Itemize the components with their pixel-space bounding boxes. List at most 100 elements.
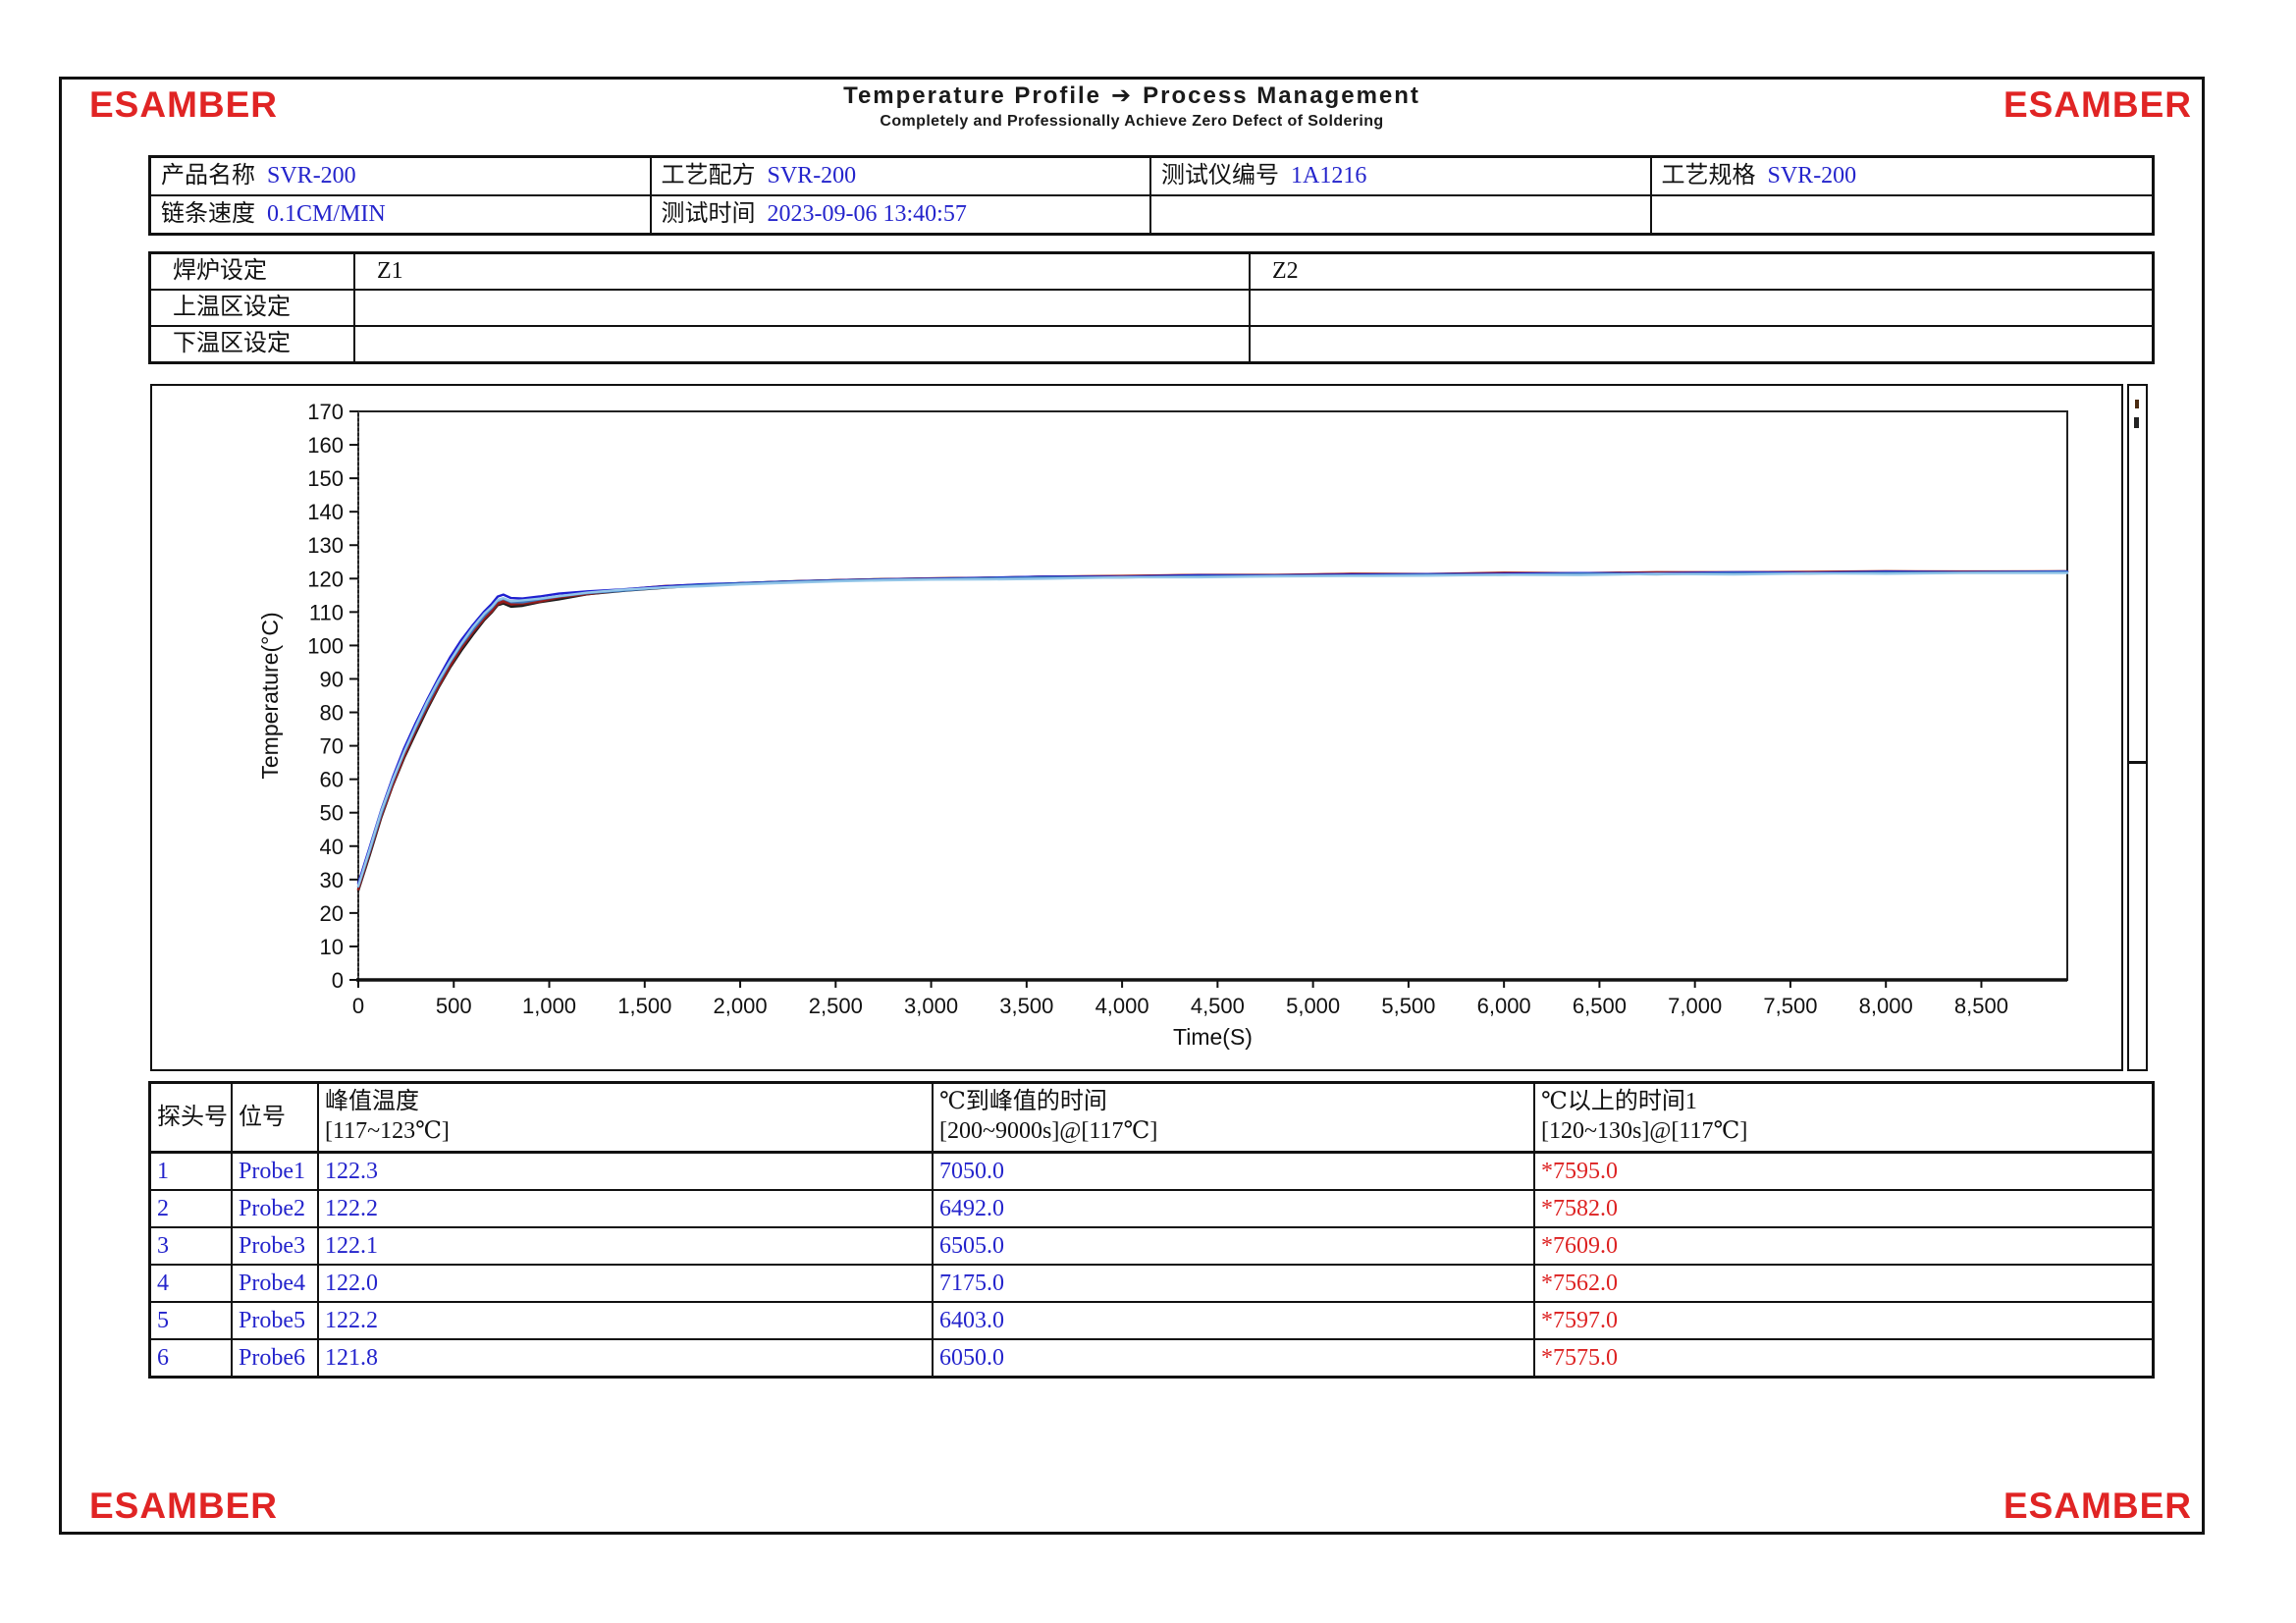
probe-peak: 122.2 (319, 1191, 934, 1226)
oven-label-upper: 上温区设定 (151, 291, 355, 325)
value-process-spec: SVR-200 (1768, 163, 1857, 189)
probe-peak: 122.0 (319, 1266, 934, 1301)
probe-no: 2 (151, 1191, 233, 1226)
svg-text:Temperature(°C): Temperature(°C) (257, 612, 283, 779)
svg-text:60: 60 (320, 768, 344, 792)
probe-tag: Probe6 (233, 1340, 319, 1376)
svg-text:0: 0 (352, 994, 364, 1018)
product-info-table: 产品名称 SVR-200 工艺配方SVR-200 测试仪编号1A1216 工艺规格… (148, 155, 2155, 236)
svg-text:140: 140 (307, 500, 344, 524)
value-test-time: 2023-09-06 13:40:57 (768, 201, 967, 227)
header-time-to-peak-line1: ℃到峰值的时间 (939, 1087, 1533, 1116)
probe-no: 6 (151, 1340, 233, 1376)
svg-text:500: 500 (436, 994, 472, 1018)
svg-text:4,500: 4,500 (1191, 994, 1245, 1018)
svg-text:8,000: 8,000 (1859, 994, 1913, 1018)
svg-text:7,500: 7,500 (1763, 994, 1817, 1018)
oven-label-lower: 下温区设定 (151, 327, 355, 361)
value-chain-speed: 0.1CM/MIN (267, 201, 386, 227)
svg-text:5,000: 5,000 (1286, 994, 1340, 1018)
probe-peak: 122.1 (319, 1228, 934, 1264)
probe-time-above: *7575.0 (1535, 1340, 2152, 1376)
arrow-right-icon: ➔ (1111, 82, 1133, 109)
probe-peak: 122.2 (319, 1303, 934, 1338)
value-recipe: SVR-200 (768, 163, 857, 189)
cell-empty-2 (1652, 196, 2153, 233)
svg-text:7,000: 7,000 (1668, 994, 1722, 1018)
title-part2: Process Management (1143, 82, 1420, 109)
svg-text:2,000: 2,000 (714, 994, 768, 1018)
oven-row-zones: 焊炉设定 Z1 Z2 (151, 254, 2152, 291)
svg-text:5,500: 5,500 (1381, 994, 1435, 1018)
svg-text:3,500: 3,500 (999, 994, 1053, 1018)
header-time-above-line2: [120~130s]@[117℃] (1541, 1116, 2152, 1146)
svg-text:130: 130 (307, 533, 344, 558)
label-test-time: 测试时间 (662, 201, 756, 227)
svg-text:20: 20 (320, 901, 344, 926)
brand-logo-bottom-left: ESAMBER (89, 1486, 278, 1527)
header-probe-no: 探头号 (151, 1084, 233, 1151)
label-product-name: 产品名称 (161, 163, 255, 189)
svg-text:100: 100 (307, 633, 344, 658)
header-peak-temp: 峰值温度[117~123℃] (319, 1084, 934, 1151)
probe-time-to-peak: 7175.0 (934, 1266, 1535, 1301)
header-time-to-peak-line2: [200~9000s]@[117℃] (939, 1116, 1533, 1146)
brand-logo-top-right: ESAMBER (2003, 84, 2192, 126)
brand-logo-bottom-right: ESAMBER (2003, 1486, 2192, 1527)
strip-divider (2129, 761, 2146, 764)
probe-time-to-peak: 7050.0 (934, 1154, 1535, 1189)
page-title: Temperature Profile➔Process Management (592, 81, 1672, 110)
svg-text:2,500: 2,500 (809, 994, 863, 1018)
report-page: ESAMBER ESAMBER Temperature Profile➔Proc… (59, 77, 2205, 1535)
report-header: Temperature Profile➔Process Management C… (592, 81, 1672, 131)
svg-text:80: 80 (320, 701, 344, 726)
svg-text:160: 160 (307, 433, 344, 458)
label-process-spec: 工艺规格 (1662, 163, 1756, 189)
svg-text:8,500: 8,500 (1954, 994, 2008, 1018)
probe-time-above: *7609.0 (1535, 1228, 2152, 1264)
header-peak-temp-line2: [117~123℃] (325, 1116, 932, 1146)
probe-time-to-peak: 6403.0 (934, 1303, 1535, 1338)
cell-recipe: 工艺配方SVR-200 (652, 158, 1152, 196)
header-time-above-line1: ℃以上的时间1 (1541, 1087, 2152, 1116)
probe-time-to-peak: 6050.0 (934, 1340, 1535, 1376)
header-tag: 位号 (233, 1084, 319, 1151)
oven-label-setting: 焊炉设定 (151, 254, 355, 289)
svg-text:0: 0 (332, 968, 344, 993)
table-row: 1 Probe1 122.3 7050.0 *7595.0 (151, 1154, 2152, 1191)
svg-text:40: 40 (320, 835, 344, 859)
cell-chain-speed: 链条速度0.1CM/MIN (151, 196, 652, 233)
probe-peak: 121.8 (319, 1340, 934, 1376)
cell-process-spec: 工艺规格 SVR-200 (1652, 158, 2153, 196)
table-row: 2 Probe2 122.2 6492.0 *7582.0 (151, 1191, 2152, 1228)
probe-no: 4 (151, 1266, 233, 1301)
svg-text:90: 90 (320, 667, 344, 691)
brand-logo-top-left: ESAMBER (89, 84, 278, 126)
svg-text:1,500: 1,500 (617, 994, 671, 1018)
svg-text:150: 150 (307, 466, 344, 491)
probe-tag: Probe5 (233, 1303, 319, 1338)
oven-lower-z1 (355, 327, 1251, 361)
oven-row-upper: 上温区设定 (151, 291, 2152, 327)
cell-test-time: 测试时间 2023-09-06 13:40:57 (652, 196, 1152, 233)
svg-text:1,000: 1,000 (522, 994, 576, 1018)
clipped-legend-mark (2135, 400, 2139, 408)
probe-tag: Probe2 (233, 1191, 319, 1226)
clipped-legend-mark (2134, 417, 2139, 428)
svg-text:4,000: 4,000 (1095, 994, 1149, 1018)
header-time-to-peak: ℃到峰值的时间[200~9000s]@[117℃] (934, 1084, 1535, 1151)
oven-upper-z1 (355, 291, 1251, 325)
table-row: 5 Probe5 122.2 6403.0 *7597.0 (151, 1303, 2152, 1340)
probe-time-above: *7597.0 (1535, 1303, 2152, 1338)
probe-table-header: 探头号 位号 峰值温度[117~123℃] ℃到峰值的时间[200~9000s]… (151, 1084, 2152, 1154)
probe-time-to-peak: 6492.0 (934, 1191, 1535, 1226)
header-time-above: ℃以上的时间1[120~130s]@[117℃] (1535, 1084, 2152, 1151)
oven-row-lower: 下温区设定 (151, 327, 2152, 361)
oven-zone-z1: Z1 (355, 254, 1251, 289)
svg-text:30: 30 (320, 868, 344, 893)
cell-tester-id: 测试仪编号1A1216 (1151, 158, 1652, 196)
chart-panel: 0102030405060708090100110120130140150160… (150, 384, 2123, 1071)
label-tester-id: 测试仪编号 (1161, 163, 1279, 189)
temperature-profile-chart: 0102030405060708090100110120130140150160… (152, 386, 2117, 1065)
table-row: 4 Probe4 122.0 7175.0 *7562.0 (151, 1266, 2152, 1303)
